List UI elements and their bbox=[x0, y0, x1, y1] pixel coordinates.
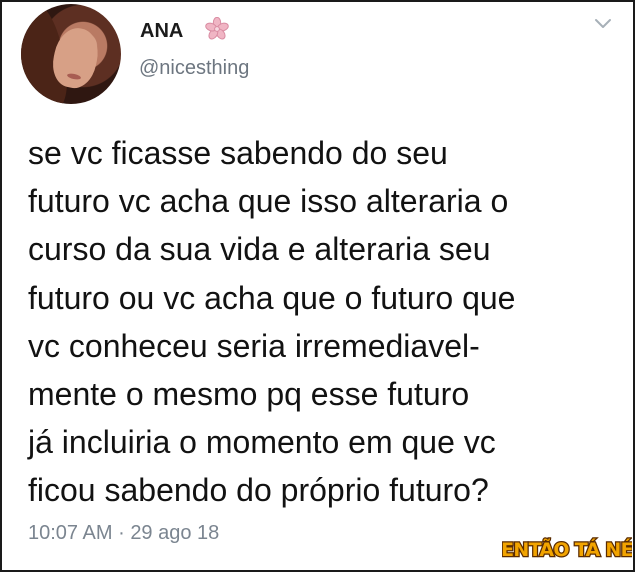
tweet-card: ANA @nicesthing se vc ficasse sabendo do… bbox=[0, 0, 635, 572]
display-name[interactable]: ANA bbox=[140, 20, 183, 43]
tweet-time: 10:07 AM bbox=[28, 522, 113, 544]
tweet-timestamp[interactable]: 10:07 AM · 29 ago 18 bbox=[28, 522, 219, 545]
tweet-date: 29 ago 18 bbox=[130, 522, 220, 544]
chevron-down-icon[interactable] bbox=[594, 17, 612, 31]
flower-icon bbox=[205, 17, 229, 40]
tweet-text: se vc ficasse sabendo do seu futuro vc a… bbox=[28, 135, 516, 509]
timestamp-separator: · bbox=[118, 522, 125, 544]
user-handle[interactable]: @nicesthing bbox=[139, 57, 249, 80]
watermark-logo: ENTÃO TÁ NÉ bbox=[502, 536, 632, 563]
avatar[interactable] bbox=[21, 4, 121, 104]
watermark-text: ENTÃO TÁ NÉ bbox=[502, 537, 632, 561]
